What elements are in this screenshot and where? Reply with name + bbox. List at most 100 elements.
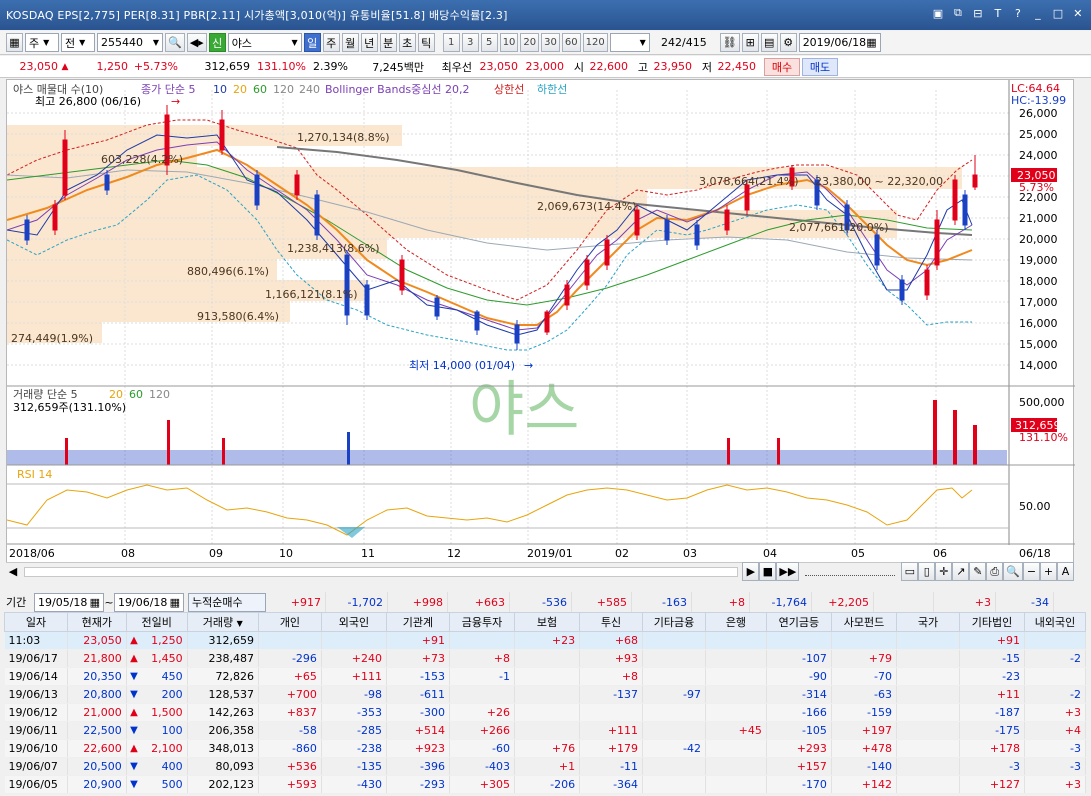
column-header[interactable]: 기타법인	[958, 612, 1026, 632]
svg-text:2018/06: 2018/06	[9, 547, 55, 560]
scroll-track[interactable]	[24, 566, 739, 577]
period-label: 기간	[6, 596, 27, 609]
stock-code-input[interactable]: 255440 ▼	[97, 33, 163, 52]
column-header[interactable]: 사모펀드	[830, 612, 898, 632]
play-right-icon[interactable]: ▶	[742, 562, 760, 581]
table-cell: 202,123	[187, 775, 259, 794]
zoom-icon[interactable]: 🔍	[1003, 562, 1023, 581]
investor-trading-table[interactable]: 일자 현재가 전일비 거래량 ▼ 개인 외국인 기관계 금융투자 보험 투신 기…	[4, 612, 1086, 794]
restore-icon[interactable]: ▣	[931, 6, 945, 20]
chart-type-icon[interactable]: ⊞	[741, 33, 759, 52]
minimize-icon[interactable]: _	[1031, 6, 1045, 20]
minute-30-button[interactable]: 30	[541, 33, 560, 52]
stock-name-field[interactable]: 야스 ▼	[227, 33, 302, 52]
column-header[interactable]: 내외국인	[1024, 612, 1086, 632]
table-row[interactable]: 19/06/10 22,600 ▲ 2,100 348,013 -860 -238 +923-…	[4, 739, 1086, 758]
cross-line-icon[interactable]: ✛	[935, 562, 953, 581]
table-cell: +3	[1024, 775, 1086, 794]
period-tab-second[interactable]: 초	[398, 33, 416, 52]
period-tab-week[interactable]: 주	[322, 33, 340, 52]
column-header[interactable]: 현재가	[66, 612, 127, 632]
minute-1-button[interactable]: 1	[442, 33, 460, 52]
column-header[interactable]: 거래량 ▼	[186, 612, 259, 632]
svg-text:21,000: 21,000	[1019, 212, 1058, 225]
zoom-slider[interactable]	[805, 568, 896, 576]
save-icon[interactable]: ▤	[760, 33, 778, 52]
date-field[interactable]: 2019/06/18 ▦	[798, 33, 881, 52]
auto-scroll-icon[interactable]: A	[1057, 562, 1074, 581]
period-tab-minute[interactable]: 분	[379, 33, 397, 52]
table-row[interactable]: 19/06/13 20,800 ▼ 200 128,537 +700 -98 -611 -137…	[4, 685, 1086, 704]
market-select[interactable]: 전 ▼	[61, 33, 95, 52]
column-header[interactable]: 연기금등	[765, 612, 832, 632]
table-row[interactable]: 19/06/12 21,000 ▲ 1,500 142,263 +837 -353 -300 +…	[4, 703, 1086, 722]
fast-forward-icon[interactable]: ▶▶	[776, 562, 800, 581]
maximize-icon[interactable]: □	[1051, 6, 1065, 20]
search-icon[interactable]: 🔍	[165, 33, 185, 52]
minute-10-button[interactable]: 10	[499, 33, 519, 52]
column-header[interactable]: 은행	[705, 612, 767, 632]
link-icon[interactable]: ⛓	[719, 33, 740, 52]
sell-button[interactable]: 매도	[802, 57, 838, 76]
minute-5-button[interactable]: 5	[480, 33, 498, 52]
column-header[interactable]: 기관계	[385, 612, 450, 632]
minute-60-button[interactable]: 60	[561, 33, 581, 52]
zoom-in-icon[interactable]: +	[1040, 562, 1057, 581]
help-icon[interactable]: ?	[1011, 6, 1025, 20]
column-header[interactable]: 투신	[579, 612, 644, 632]
column-header[interactable]: 기타금융	[642, 612, 707, 632]
layout-icon[interactable]: ▯	[918, 562, 936, 581]
column-header[interactable]: 보험	[514, 612, 581, 632]
period-tab-year[interactable]: 년	[360, 33, 378, 52]
table-row[interactable]: 11:03 23,050 ▲ 1,250 312,659 +91 +23 +68 +91	[4, 631, 1086, 650]
close-icon[interactable]: ✕	[1071, 6, 1085, 20]
column-header[interactable]: 국가	[896, 612, 960, 632]
cumulative-mode-select[interactable]: 누적순매수	[188, 592, 266, 612]
from-date-field[interactable]: 19/05/18 ▦	[34, 592, 104, 612]
to-date-field[interactable]: 19/06/18 ▦	[114, 592, 184, 612]
calendar-icon[interactable]: ▦	[866, 36, 876, 49]
calendar-icon[interactable]: ▦	[170, 596, 180, 609]
gear-icon[interactable]: ⚙	[779, 33, 797, 52]
column-header[interactable]: 전일비	[125, 612, 188, 632]
stop-icon[interactable]: ■	[759, 562, 777, 581]
font-icon[interactable]: T	[991, 6, 1005, 20]
minute-120-button[interactable]: 120	[582, 33, 608, 52]
pin-icon[interactable]: ⊟	[971, 6, 985, 20]
period-tab-day[interactable]: 일	[303, 33, 321, 52]
calendar-icon[interactable]: ▦	[90, 596, 100, 609]
period-tab-month[interactable]: 월	[341, 33, 359, 52]
column-header[interactable]: 외국인	[320, 612, 387, 632]
minute-20-button[interactable]: 20	[520, 33, 540, 52]
column-header[interactable]: 일자	[4, 612, 68, 632]
table-row[interactable]: 19/06/11 22,500 ▼ 100 206,358 -58 -285 +514 +266…	[4, 721, 1086, 740]
chart-scrollbar[interactable]: ◀ ▶ ■ ▶▶ ▭ ▯ ✛ ↗ ✎ ⎙ 🔍 − + A	[6, 562, 1074, 581]
buy-button[interactable]: 매수	[764, 57, 800, 76]
table-row[interactable]: 19/06/14 20,350 ▼ 450 72,826 +65 +111 -153 -1 +8 -…	[4, 667, 1086, 686]
column-header[interactable]: 금융투자	[448, 612, 516, 632]
volume-rate-tag: 131.10%	[1019, 431, 1068, 444]
trend-line-icon[interactable]: ↗	[952, 562, 970, 581]
tile-icon[interactable]: ⧉	[951, 6, 965, 20]
table-cell: -11	[579, 757, 644, 776]
period-tab-tick[interactable]: 틱	[417, 33, 435, 52]
scroll-left-icon[interactable]: ◀	[6, 565, 20, 578]
minute-3-button[interactable]: 3	[461, 33, 479, 52]
price-chart[interactable]: 야스 매물대 수(10) 종가 단순 5 10 20 60 120 240 Bo…	[6, 80, 1075, 566]
toggle-icon[interactable]: ▭	[901, 562, 919, 581]
draw-icon[interactable]: ✎	[969, 562, 987, 581]
mode-select[interactable]: 주 ▼	[25, 33, 59, 52]
table-cell: -430	[321, 775, 387, 794]
print-icon[interactable]: ⎙	[986, 562, 1004, 581]
zoom-out-icon[interactable]: −	[1023, 562, 1040, 581]
window-controls: ▣ ⧉ ⊟ T ? _ □ ✕	[931, 6, 1085, 20]
custom-period-select[interactable]: ▼	[609, 33, 650, 52]
speaker-icon[interactable]: ◀▸	[186, 33, 207, 52]
column-header[interactable]: 개인	[257, 612, 322, 632]
table-row[interactable]: 19/06/07 20,500 ▼ 400 80,093 +536 -135 -396 -403…	[4, 757, 1086, 776]
table-row[interactable]: 19/06/05 20,900 ▼ 500 202,123 +593 -430 -293 +30…	[4, 775, 1086, 794]
settings-grid-icon[interactable]: ▦	[6, 33, 23, 52]
stock-chart-panel[interactable]: 야스 매물대 수(10) 종가 단순 5 10 20 60 120 240 Bo…	[6, 79, 1075, 566]
table-row[interactable]: 19/06/17 21,800 ▲ 1,450 238,487 -296 +240 +73 +8…	[4, 649, 1086, 668]
ma-legend-20: 20	[233, 83, 247, 96]
